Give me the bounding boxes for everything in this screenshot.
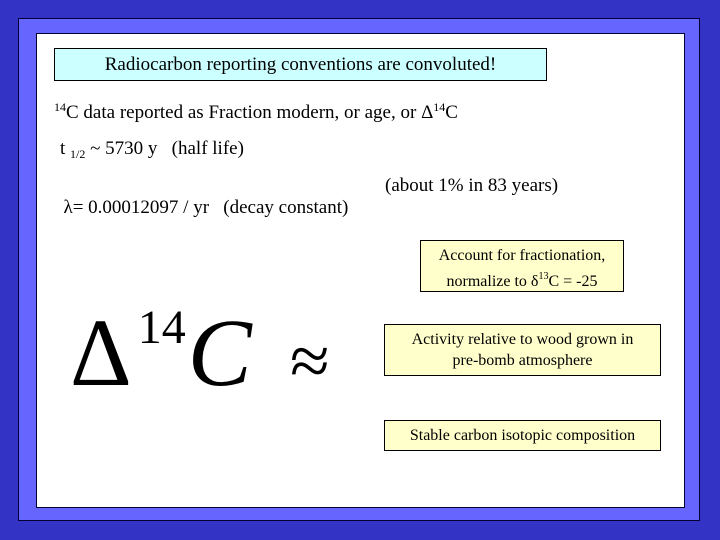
formula-carbon: C [187, 299, 252, 406]
decay-constant-text: λ= 0.00012097 / yr (decay constant) [63, 197, 349, 218]
delta14c-formula: Δ 14C [70, 301, 252, 418]
slide-title: Radiocarbon reporting conventions are co… [104, 54, 497, 75]
carbon-symbol: C [445, 102, 458, 123]
note-fractionation-text: normalize to [446, 273, 531, 290]
isotope-superscript: 14 [54, 100, 66, 114]
half-life-subscript: 1/2 [70, 147, 86, 161]
note-wood-line2: pre-bomb atmosphere [452, 352, 593, 369]
note-fractionation-line2: normalize to δ13C = -25 [421, 266, 623, 292]
isotope-superscript-2: 14 [433, 100, 446, 114]
note-fractionation-line1: Account for fractionation, [438, 247, 606, 264]
note-value: C = -25 [548, 273, 598, 290]
half-life-symbol: t [60, 138, 66, 159]
formula-delta: Δ [70, 299, 132, 406]
slide-title-box: Radiocarbon reporting conventions are co… [54, 48, 547, 81]
decay-aside: (about 1% in 83 years) [385, 175, 558, 197]
note-superscript: 13 [538, 271, 549, 282]
half-life-text: ~ 5730 y (half life) [85, 138, 244, 159]
half-life-line: t 1/2 ~ 5730 y (half life) [60, 138, 244, 162]
note-wood-line1: Activity relative to wood grown in [411, 331, 634, 348]
note-fractionation: Account for fractionation, normalize to … [420, 240, 624, 292]
note-wood-activity: Activity relative to wood grown in pre-b… [384, 324, 661, 376]
note-stable-isotope: Stable carbon isotopic composition [384, 420, 661, 451]
reporting-formats-line: 14C data reported as Fraction modern, or… [54, 100, 458, 124]
decay-aside-text: (about 1% in 83 years) [385, 175, 559, 196]
note-stable-line1: Stable carbon isotopic composition [409, 427, 636, 444]
delta-symbol: Δ [421, 102, 434, 123]
reporting-formats-text: C data reported as Fraction modern, or a… [66, 102, 422, 123]
formula-superscript: 14 [137, 301, 186, 354]
decay-constant-line: λ= 0.00012097 / yr (decay constant) [54, 175, 349, 219]
approx-symbol: ≈ [290, 321, 330, 401]
